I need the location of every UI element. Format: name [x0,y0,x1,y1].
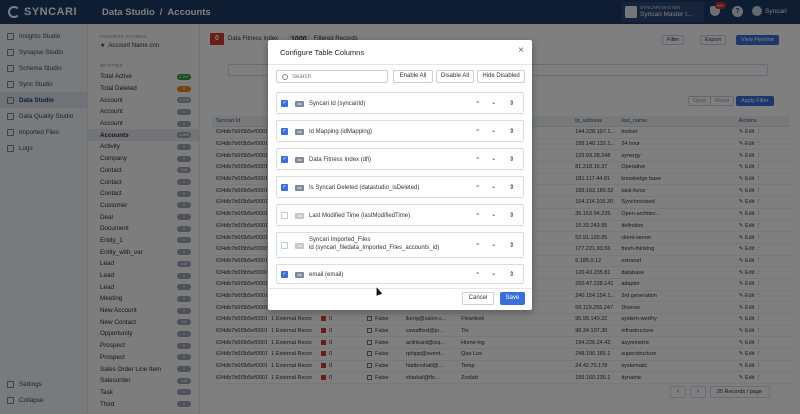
drag-handle-icon[interactable]: ⇕ [509,211,514,219]
disable-all-button[interactable]: Disable All [436,70,474,83]
text-type-icon: Aa [295,243,304,249]
column-label: Syncari Id (syncariId) [309,100,365,108]
move-down-icon[interactable]: ⌄ [491,98,496,106]
cancel-button[interactable]: Cancel [462,292,494,305]
column-checkbox[interactable]: ✓ [281,128,288,135]
column-row[interactable]: ✓ Aa Data Fitness Index (dfi) ⌃ ⌄ ⇕ [276,148,524,170]
column-checkbox[interactable]: ✓ [281,100,288,107]
move-down-icon[interactable]: ⌄ [491,210,496,218]
column-list: ✓ Aa Syncari Id (syncariId) ⌃ ⌄ ⇕ ✓ Aa Id Mappin… [276,92,526,286]
move-down-icon[interactable]: ⌄ [491,269,496,277]
column-name: Syncari Id (syncariId) [309,101,366,107]
move-down-icon[interactable]: ⌄ [491,126,496,134]
enable-all-button[interactable]: Enable All [393,70,433,83]
column-name-secondary: id (syncari_filedata_Imported_Files_acco… [309,245,440,252]
text-type-icon: Aa [295,213,304,219]
text-type-icon: Aa [295,272,304,278]
column-name: Data Fitness Index (dfi) [309,157,372,163]
close-icon[interactable]: × [518,45,524,56]
column-checkbox[interactable] [281,212,288,219]
move-up-icon[interactable]: ⌃ [475,212,480,220]
search-icon [282,73,288,80]
column-name: email (email) [309,272,344,278]
configure-columns-modal: Configure Table Columns × Enable All Dis… [268,40,532,310]
column-checkbox[interactable]: ✓ [281,156,288,163]
move-down-icon[interactable]: ⌄ [491,182,496,190]
column-name: Is Syncari Deleted (datastudio_isDeleted… [309,185,420,191]
column-name: Last Modified Time (lastModifiedTime) [309,213,411,219]
column-label: Data Fitness Index (dfi) [309,156,371,164]
column-checkbox[interactable] [281,242,288,249]
search-input[interactable] [292,73,382,80]
move-down-icon[interactable]: ⌄ [491,240,496,248]
move-up-icon[interactable]: ⌃ [475,242,480,250]
column-row[interactable]: ✓ Aa Syncari Id (syncariId) ⌃ ⌄ ⇕ [276,92,524,114]
move-up-icon[interactable]: ⌃ [475,184,480,192]
text-type-icon: Aa [295,185,304,191]
drag-handle-icon[interactable]: ⇕ [509,99,514,107]
drag-handle-icon[interactable]: ⇕ [509,241,514,249]
column-row[interactable]: ✓ Aa Id Mapping (idMapping) ⌃ ⌄ ⇕ [276,120,524,142]
column-label: Is Syncari Deleted (datastudio_isDeleted… [309,184,419,192]
column-name: Syncari Imported_Files [309,237,371,243]
move-up-icon[interactable]: ⌃ [475,156,480,164]
drag-handle-icon[interactable]: ⇕ [509,183,514,191]
drag-handle-icon[interactable]: ⇕ [509,127,514,135]
drag-handle-icon[interactable]: ⇕ [509,270,514,278]
drag-handle-icon[interactable]: ⇕ [509,155,514,163]
modal-title: Configure Table Columns [280,48,365,57]
divider [268,288,532,289]
column-search[interactable] [276,70,388,83]
move-up-icon[interactable]: ⌃ [475,271,480,279]
move-up-icon[interactable]: ⌃ [475,100,480,108]
text-type-icon: Aa [295,157,304,163]
column-label: Syncari Imported_Filesid (syncari_fileda… [309,236,439,253]
divider [268,64,532,65]
hide-disabled-button[interactable]: Hide Disabled [477,70,525,83]
text-type-icon: Aa [295,129,304,135]
column-label: Id Mapping (idMapping) [309,128,372,136]
column-row[interactable]: Aa Last Modified Time (lastModifiedTime) ⌃… [276,204,524,226]
column-checkbox[interactable]: ✓ [281,271,288,278]
column-row[interactable]: ✓ Aa email (email) ⌃ ⌄ ⇕ [276,264,524,284]
column-checkbox[interactable]: ✓ [281,184,288,191]
column-row[interactable]: ✓ Aa Is Syncari Deleted (datastudio_isDele… [276,176,524,198]
column-label: email (email) [309,271,343,279]
save-button[interactable]: Save [500,292,525,305]
column-row[interactable]: Aa Syncari Imported_Filesid (syncari_file… [276,232,524,258]
move-up-icon[interactable]: ⌃ [475,128,480,136]
column-label: Last Modified Time (lastModifiedTime) [309,212,410,220]
column-name: Id Mapping (idMapping) [309,129,373,135]
text-type-icon: Aa [295,101,304,107]
move-down-icon[interactable]: ⌄ [491,154,496,162]
